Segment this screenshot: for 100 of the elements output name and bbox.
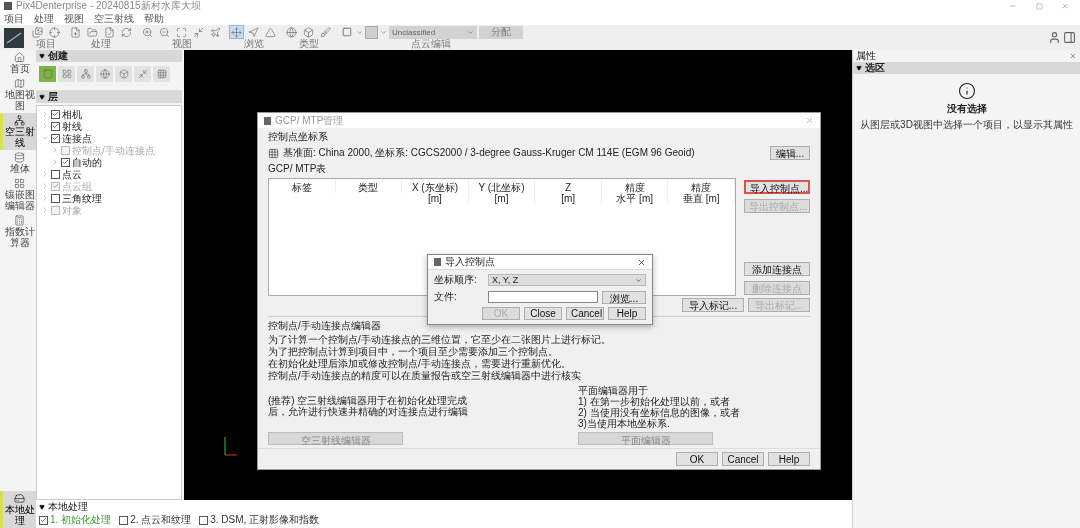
toolbar-tool-icon[interactable] (119, 25, 134, 39)
menu-item[interactable]: 视图 (64, 12, 84, 25)
toolbar-tool-icon[interactable] (30, 25, 45, 39)
network-icon (14, 115, 25, 126)
layer-label: 射线 (62, 120, 82, 132)
create-tool-icon[interactable] (39, 66, 56, 82)
layer-label: 对象 (62, 204, 82, 216)
app-icon (4, 2, 12, 10)
toolbar-tool-icon[interactable] (68, 25, 83, 39)
create-tool-icon[interactable] (77, 66, 94, 82)
column-header: 精度 (624, 182, 645, 193)
browse-button[interactable]: 浏览... (602, 290, 646, 304)
dialog-button[interactable]: OK (676, 452, 718, 466)
section-label: 控制点/手动连接点编辑器 (268, 319, 382, 333)
toolbar-tool-icon[interactable] (229, 25, 244, 39)
toolbar-tool-icon[interactable] (301, 25, 316, 39)
toolbar-tool-icon[interactable] (140, 25, 155, 39)
layer-checkbox[interactable] (61, 157, 70, 167)
caret-icon[interactable] (39, 94, 45, 100)
menu-item[interactable]: 项目 (4, 12, 24, 25)
toolbar-tool-icon[interactable] (47, 25, 62, 39)
nav-item[interactable]: 本地处理 (0, 491, 36, 528)
user-icon[interactable] (1048, 31, 1061, 44)
section-label: 控制点坐标系 (268, 130, 329, 144)
layer-checkbox[interactable] (51, 193, 60, 203)
layer-label: 连接点 (62, 132, 92, 144)
map-icon (14, 78, 25, 89)
toolbar-tool-icon[interactable] (263, 25, 278, 39)
layer-checkbox[interactable] (51, 133, 60, 143)
field-label: 坐标顺序: (434, 273, 478, 287)
panel-icon[interactable] (1063, 31, 1076, 44)
file-input[interactable] (488, 291, 598, 303)
class-swatch[interactable] (365, 25, 378, 39)
layer-label: 点云组 (62, 180, 92, 192)
dialog-button[interactable]: Cancel (722, 452, 764, 466)
window-title: Pix4Denterprise - 20240815新村水库大坝 (16, 0, 202, 12)
layer-label: 三角纹理 (62, 192, 102, 204)
column-header: 类型 (358, 182, 379, 193)
nav-item[interactable]: 首页 (0, 50, 36, 76)
panel-header[interactable]: 层 (36, 91, 182, 103)
dialog-button[interactable]: Close (524, 307, 562, 320)
info-text: (推荐) 空三射线编辑器用于在初始化处理完成后，允许进行快速并精确的对连接点进行编辑 (268, 395, 469, 417)
dialog-button[interactable]: Help (768, 452, 810, 466)
toolbar-tool-icon[interactable] (85, 25, 100, 39)
layer-checkbox[interactable] (51, 121, 60, 131)
step-checkbox[interactable] (199, 515, 209, 525)
class-dropdown[interactable]: Unclassified (389, 25, 477, 39)
nav-item[interactable]: 堆体 (0, 150, 36, 176)
layer-label: 自动的 (72, 156, 102, 168)
grid-icon (14, 178, 25, 189)
nav-item[interactable]: 空三射线 (0, 113, 36, 150)
side-button[interactable]: 添加连接点 (744, 262, 810, 276)
nav-item[interactable]: 镶嵌图编辑器 (0, 176, 36, 213)
panel-header[interactable]: 选区 (853, 62, 1080, 74)
create-tool-icon[interactable] (153, 66, 170, 82)
step-checkbox[interactable] (39, 515, 48, 525)
menu-item[interactable]: 帮助 (144, 12, 164, 25)
toolbar-tool-icon[interactable] (102, 25, 117, 39)
panel-header[interactable]: 本地处理 (36, 500, 852, 513)
toolbar-tool-icon[interactable] (157, 25, 172, 39)
3d-viewport[interactable] (184, 50, 852, 500)
nav-item[interactable]: 指数计算器 (0, 213, 36, 250)
edit-button[interactable]: 编辑... (770, 146, 810, 160)
menu-item[interactable]: 处理 (34, 12, 54, 25)
create-tool-icon[interactable] (134, 66, 151, 82)
close-icon[interactable] (637, 257, 646, 267)
layer-checkbox[interactable] (51, 169, 60, 179)
toolbar-tool-icon[interactable] (174, 25, 189, 39)
field-label: 文件: (434, 290, 458, 304)
layer-label: 控制点/手动连接点 (72, 144, 155, 156)
create-tool-icon[interactable] (115, 66, 132, 82)
create-tool-icon[interactable] (58, 66, 75, 82)
toolbar-tool-icon[interactable] (191, 25, 206, 39)
side-button[interactable]: 导入控制点... (744, 180, 810, 194)
create-tool-icon[interactable] (96, 66, 113, 82)
nav-item[interactable]: 地图视图 (0, 76, 36, 113)
toolbar-tool-icon[interactable] (246, 25, 261, 39)
caret-icon[interactable] (39, 503, 45, 510)
step-checkbox[interactable] (119, 515, 129, 525)
mark-button[interactable]: 导入标记... (682, 298, 744, 312)
caret-icon[interactable] (39, 53, 45, 59)
maximize-icon[interactable] (1035, 2, 1043, 10)
layer-checkbox[interactable] (51, 109, 60, 119)
column-header: [m] (494, 193, 509, 204)
caret-icon[interactable] (856, 65, 862, 71)
menu-item[interactable]: 空三射线 (94, 12, 134, 25)
coordinate-system-text: 基准面: China 2000, 坐标系: CGCS2000 / 3-degree Gauss-Kruger CM 114E (EGM 96 Geoid) (283, 146, 696, 160)
dialog-button[interactable]: Help (608, 307, 646, 320)
info-text: 3)当使用本地坐标系. (578, 418, 670, 429)
toolbar-tool-icon[interactable] (208, 25, 223, 39)
coordinate-order-dropdown[interactable]: X, Y, Z (488, 274, 646, 286)
info-icon (957, 82, 976, 100)
toolbar-tool-icon[interactable] (318, 25, 333, 39)
minimize-icon[interactable] (1009, 2, 1017, 10)
panel-header[interactable]: 创建 (36, 50, 182, 62)
column-header: [m] (561, 193, 576, 204)
dialog-button[interactable]: Cancel (566, 307, 604, 320)
column-header: 水平 [m] (616, 193, 653, 204)
toolbar-tool-icon[interactable] (284, 25, 299, 39)
dialog-icon (264, 116, 271, 125)
